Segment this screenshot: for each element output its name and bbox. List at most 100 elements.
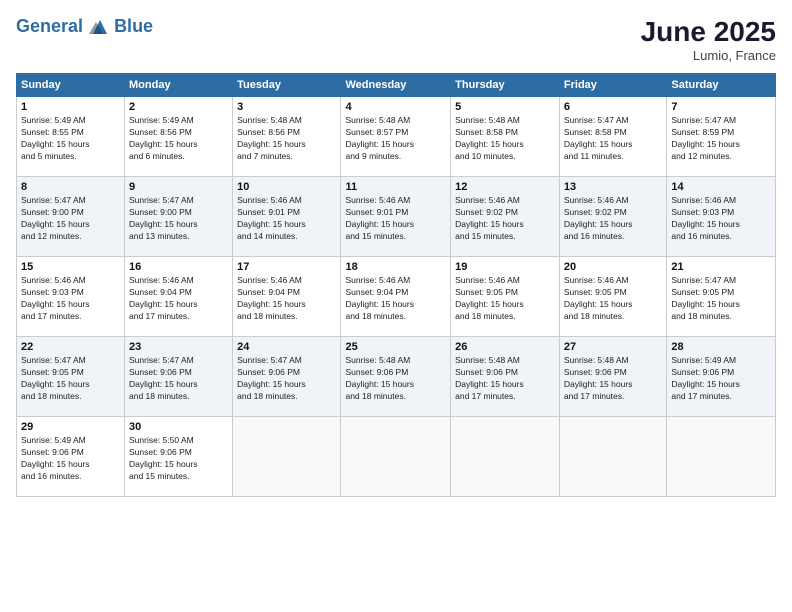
calendar-cell: 29 Sunrise: 5:49 AM Sunset: 9:06 PM Dayli… xyxy=(17,417,125,497)
calendar-cell: 15Sunrise: 5:46 AM Sunset: 9:03 PM Dayli… xyxy=(17,257,125,337)
day-number: 1 xyxy=(21,101,120,113)
day-number: 4 xyxy=(345,101,446,113)
day-info: Sunrise: 5:48 AM Sunset: 8:57 PM Dayligh… xyxy=(345,115,446,163)
logo-icon xyxy=(89,18,111,36)
calendar-cell: 24 Sunrise: 5:47 AM Sunset: 9:06 PM Dayli… xyxy=(233,337,341,417)
day-number: 24 xyxy=(237,341,336,353)
calendar: SundayMondayTuesdayWednesdayThursdayFrid… xyxy=(16,73,776,497)
calendar-cell: 25Sunrise: 5:48 AM Sunset: 9:06 PM Dayli… xyxy=(341,337,451,417)
day-info: Sunrise: 5:46 AM Sunset: 9:03 PM Dayligh… xyxy=(671,195,771,243)
title-area: June 2025 Lumio, France xyxy=(641,16,776,63)
calendar-cell: 2 Sunrise: 5:49 AM Sunset: 8:56 PM Daylig… xyxy=(125,97,233,177)
day-info: Sunrise: 5:47 AM Sunset: 9:05 PM Dayligh… xyxy=(671,275,771,323)
calendar-cell: 27 Sunrise: 5:48 AM Sunset: 9:06 PM Dayli… xyxy=(559,337,666,417)
logo-text: General xyxy=(16,17,112,37)
day-info: Sunrise: 5:46 AM Sunset: 9:04 PM Dayligh… xyxy=(237,275,336,323)
day-info: Sunrise: 5:49 AM Sunset: 8:55 PM Dayligh… xyxy=(21,115,120,163)
day-info: Sunrise: 5:49 AM Sunset: 9:06 PM Dayligh… xyxy=(671,355,771,403)
location: Lumio, France xyxy=(641,48,776,63)
day-info: Sunrise: 5:47 AM Sunset: 9:06 PM Dayligh… xyxy=(237,355,336,403)
day-number: 12 xyxy=(455,181,555,193)
calendar-cell: 14 Sunrise: 5:46 AM Sunset: 9:03 PM Dayli… xyxy=(667,177,776,257)
day-info: Sunrise: 5:46 AM Sunset: 9:04 PM Dayligh… xyxy=(345,275,446,323)
page: General Blue June 2025 Lumio, France Sun… xyxy=(0,0,792,612)
calendar-header-monday: Monday xyxy=(125,74,233,97)
day-number: 21 xyxy=(671,261,771,273)
calendar-cell: 7 Sunrise: 5:47 AM Sunset: 8:59 PM Daylig… xyxy=(667,97,776,177)
day-number: 5 xyxy=(455,101,555,113)
day-info: Sunrise: 5:46 AM Sunset: 9:05 PM Dayligh… xyxy=(455,275,555,323)
day-number: 27 xyxy=(564,341,662,353)
calendar-header-thursday: Thursday xyxy=(451,74,560,97)
calendar-cell: 19 Sunrise: 5:46 AM Sunset: 9:05 PM Dayli… xyxy=(451,257,560,337)
day-number: 28 xyxy=(671,341,771,353)
calendar-cell: 13 Sunrise: 5:46 AM Sunset: 9:02 PM Dayli… xyxy=(559,177,666,257)
calendar-cell: 26 Sunrise: 5:48 AM Sunset: 9:06 PM Dayli… xyxy=(451,337,560,417)
day-info: Sunrise: 5:47 AM Sunset: 9:05 PM Dayligh… xyxy=(21,355,120,403)
calendar-cell: 28 Sunrise: 5:49 AM Sunset: 9:06 PM Dayli… xyxy=(667,337,776,417)
calendar-cell: 30 Sunrise: 5:50 AM Sunset: 9:06 PM Dayli… xyxy=(125,417,233,497)
calendar-week-4: 22Sunrise: 5:47 AM Sunset: 9:05 PM Dayli… xyxy=(17,337,776,417)
day-number: 7 xyxy=(671,101,771,113)
day-number: 29 xyxy=(21,421,120,433)
day-number: 19 xyxy=(455,261,555,273)
day-number: 16 xyxy=(129,261,228,273)
calendar-cell: 22Sunrise: 5:47 AM Sunset: 9:05 PM Dayli… xyxy=(17,337,125,417)
day-info: Sunrise: 5:46 AM Sunset: 9:03 PM Dayligh… xyxy=(21,275,120,323)
calendar-cell: 23Sunrise: 5:47 AM Sunset: 9:06 PM Dayli… xyxy=(125,337,233,417)
day-info: Sunrise: 5:48 AM Sunset: 9:06 PM Dayligh… xyxy=(455,355,555,403)
day-info: Sunrise: 5:48 AM Sunset: 9:06 PM Dayligh… xyxy=(564,355,662,403)
day-number: 26 xyxy=(455,341,555,353)
day-info: Sunrise: 5:48 AM Sunset: 8:58 PM Dayligh… xyxy=(455,115,555,163)
header: General Blue June 2025 Lumio, France xyxy=(16,16,776,63)
day-number: 18 xyxy=(345,261,446,273)
calendar-cell xyxy=(341,417,451,497)
logo: General Blue xyxy=(16,16,153,37)
day-number: 2 xyxy=(129,101,228,113)
calendar-cell xyxy=(559,417,666,497)
day-number: 20 xyxy=(564,261,662,273)
day-info: Sunrise: 5:49 AM Sunset: 8:56 PM Dayligh… xyxy=(129,115,228,163)
calendar-cell: 10 Sunrise: 5:46 AM Sunset: 9:01 PM Dayli… xyxy=(233,177,341,257)
calendar-cell: 6Sunrise: 5:47 AM Sunset: 8:58 PM Daylig… xyxy=(559,97,666,177)
calendar-cell: 12Sunrise: 5:46 AM Sunset: 9:02 PM Dayli… xyxy=(451,177,560,257)
day-info: Sunrise: 5:46 AM Sunset: 9:01 PM Dayligh… xyxy=(237,195,336,243)
day-number: 10 xyxy=(237,181,336,193)
day-info: Sunrise: 5:46 AM Sunset: 9:05 PM Dayligh… xyxy=(564,275,662,323)
calendar-header-sunday: Sunday xyxy=(17,74,125,97)
calendar-cell: 21 Sunrise: 5:47 AM Sunset: 9:05 PM Dayli… xyxy=(667,257,776,337)
day-number: 25 xyxy=(345,341,446,353)
calendar-cell: 8 Sunrise: 5:47 AM Sunset: 9:00 PM Daylig… xyxy=(17,177,125,257)
day-number: 3 xyxy=(237,101,336,113)
month-title: June 2025 xyxy=(641,16,776,48)
day-info: Sunrise: 5:46 AM Sunset: 9:01 PM Dayligh… xyxy=(345,195,446,243)
calendar-cell: 11Sunrise: 5:46 AM Sunset: 9:01 PM Dayli… xyxy=(341,177,451,257)
day-info: Sunrise: 5:47 AM Sunset: 9:00 PM Dayligh… xyxy=(21,195,120,243)
day-number: 13 xyxy=(564,181,662,193)
calendar-cell xyxy=(667,417,776,497)
calendar-week-3: 15Sunrise: 5:46 AM Sunset: 9:03 PM Dayli… xyxy=(17,257,776,337)
day-number: 9 xyxy=(129,181,228,193)
calendar-cell xyxy=(451,417,560,497)
day-info: Sunrise: 5:48 AM Sunset: 8:56 PM Dayligh… xyxy=(237,115,336,163)
day-number: 8 xyxy=(21,181,120,193)
day-number: 23 xyxy=(129,341,228,353)
calendar-cell: 5 Sunrise: 5:48 AM Sunset: 8:58 PM Daylig… xyxy=(451,97,560,177)
calendar-week-2: 8 Sunrise: 5:47 AM Sunset: 9:00 PM Daylig… xyxy=(17,177,776,257)
day-info: Sunrise: 5:49 AM Sunset: 9:06 PM Dayligh… xyxy=(21,435,120,483)
calendar-cell: 4 Sunrise: 5:48 AM Sunset: 8:57 PM Daylig… xyxy=(341,97,451,177)
calendar-week-5: 29 Sunrise: 5:49 AM Sunset: 9:06 PM Dayli… xyxy=(17,417,776,497)
calendar-cell: 16 Sunrise: 5:46 AM Sunset: 9:04 PM Dayli… xyxy=(125,257,233,337)
day-info: Sunrise: 5:50 AM Sunset: 9:06 PM Dayligh… xyxy=(129,435,228,483)
day-number: 30 xyxy=(129,421,228,433)
day-info: Sunrise: 5:46 AM Sunset: 9:02 PM Dayligh… xyxy=(564,195,662,243)
day-info: Sunrise: 5:46 AM Sunset: 9:04 PM Dayligh… xyxy=(129,275,228,323)
calendar-header-friday: Friday xyxy=(559,74,666,97)
day-info: Sunrise: 5:47 AM Sunset: 8:59 PM Dayligh… xyxy=(671,115,771,163)
day-number: 6 xyxy=(564,101,662,113)
day-number: 14 xyxy=(671,181,771,193)
calendar-header-wednesday: Wednesday xyxy=(341,74,451,97)
calendar-cell xyxy=(233,417,341,497)
day-number: 17 xyxy=(237,261,336,273)
calendar-week-1: 1 Sunrise: 5:49 AM Sunset: 8:55 PM Daylig… xyxy=(17,97,776,177)
